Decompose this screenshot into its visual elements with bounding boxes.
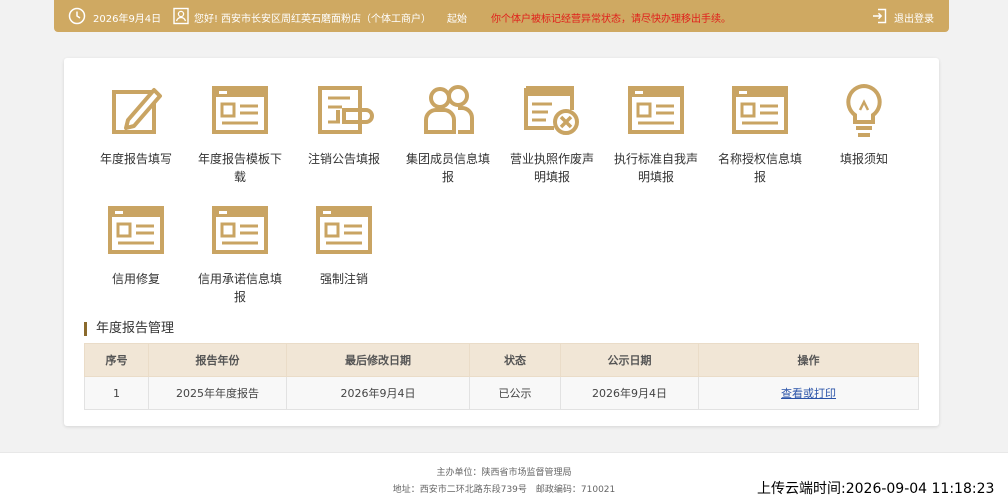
clock-icon bbox=[68, 7, 86, 25]
tile-label: 年度报告填写 bbox=[99, 152, 172, 166]
cell-publish-date: 2026年9月4日 bbox=[560, 376, 699, 410]
tile-group-members[interactable]: 集团成员信息填报 bbox=[398, 80, 498, 186]
template-icon bbox=[212, 86, 268, 134]
tile-name-authorization[interactable]: 名称授权信息填报 bbox=[710, 80, 810, 186]
group-members-icon bbox=[424, 85, 474, 134]
tile-label: 填报须知 bbox=[839, 152, 888, 166]
col-header-modified: 最后修改日期 bbox=[286, 343, 470, 377]
col-header-index: 序号 bbox=[84, 343, 149, 377]
col-header-action: 操作 bbox=[698, 343, 919, 377]
top-bar: 2026年9月4日 您好! 西安市长安区周红英石磨面粉店（个体工商户） 起始 你… bbox=[54, 0, 949, 32]
table-header-row: 序号 报告年份 最后修改日期 状态 公示日期 操作 bbox=[84, 343, 919, 377]
origin-link[interactable]: 起始 bbox=[447, 10, 467, 25]
tile-forced-cancel[interactable]: 强制注销 bbox=[294, 200, 394, 288]
section-title: 年度报告管理 bbox=[84, 322, 174, 336]
tile-label: 强制注销 bbox=[319, 272, 368, 286]
tile-label: 名称授权信息填报 bbox=[717, 152, 802, 184]
tile-label: 执行标准自我声明填报 bbox=[613, 152, 698, 184]
user-card-icon bbox=[172, 7, 190, 25]
tile-license-void[interactable]: 营业执照作废声明填报 bbox=[502, 80, 602, 186]
header-date: 2026年9月4日 bbox=[93, 14, 162, 25]
lightbulb-icon bbox=[846, 83, 882, 137]
tile-credit-repair[interactable]: 信用修复 bbox=[86, 200, 186, 288]
license-void-icon bbox=[524, 86, 579, 135]
col-header-publish-date: 公示日期 bbox=[560, 343, 699, 377]
tile-label: 营业执照作废声明填报 bbox=[509, 152, 594, 184]
tile-standard-declaration[interactable]: 执行标准自我声明填报 bbox=[606, 80, 706, 186]
tile-label: 信用修复 bbox=[111, 272, 160, 286]
tile-filing-guide[interactable]: 填报须知 bbox=[814, 80, 914, 168]
credit-promise-icon bbox=[212, 206, 268, 254]
credit-repair-icon bbox=[108, 206, 164, 254]
business-name: 西安市长安区周红英石磨面粉店（个体工商户） bbox=[221, 14, 431, 25]
tile-label: 集团成员信息填报 bbox=[405, 152, 490, 184]
cancel-notice-icon bbox=[318, 86, 374, 134]
tile-label: 注销公告填报 bbox=[307, 152, 380, 166]
tile-annual-report-fill[interactable]: 年度报告填写 bbox=[86, 80, 186, 168]
main-panel: 年度报告填写 年度报告模板下载 注销公告填报 集团成员信息填报 营业执照作废声明… bbox=[64, 58, 939, 426]
cell-status: 已公示 bbox=[469, 376, 561, 410]
footer-organizer: 主办单位：陕西省市场监督管理局 bbox=[436, 468, 572, 478]
greeting-text: 您好! bbox=[194, 14, 219, 25]
upload-timestamp: 上传云端时间:2026-09-04 11:18:23 bbox=[757, 481, 995, 497]
tile-annual-report-template[interactable]: 年度报告模板下载 bbox=[190, 80, 290, 186]
cell-index: 1 bbox=[84, 376, 149, 410]
cell-action: 查看或打印 bbox=[698, 376, 919, 410]
forced-cancel-icon bbox=[316, 206, 372, 254]
name-auth-icon bbox=[732, 86, 788, 134]
standard-icon bbox=[628, 86, 684, 134]
cell-year: 2025年年度报告 bbox=[148, 376, 287, 410]
edit-icon bbox=[112, 88, 162, 134]
tile-credit-promise[interactable]: 信用承诺信息填报 bbox=[190, 200, 290, 306]
tile-label: 信用承诺信息填报 bbox=[197, 272, 282, 304]
annual-report-table: 序号 报告年份 最后修改日期 状态 公示日期 操作 1 2025年年度报告 20… bbox=[84, 343, 919, 410]
logout-icon[interactable] bbox=[871, 7, 889, 25]
cell-modified: 2026年9月4日 bbox=[286, 376, 470, 410]
col-header-status: 状态 bbox=[469, 343, 561, 377]
logout-button[interactable]: 退出登录 bbox=[894, 10, 934, 25]
col-header-year: 报告年份 bbox=[148, 343, 287, 377]
tile-label: 年度报告模板下载 bbox=[197, 152, 282, 184]
table-row: 1 2025年年度报告 2026年9月4日 已公示 2026年9月4日 查看或打… bbox=[84, 376, 919, 410]
tile-cancel-notice[interactable]: 注销公告填报 bbox=[294, 80, 394, 168]
view-print-link[interactable]: 查看或打印 bbox=[781, 387, 836, 400]
abnormal-status-warning: 你个体户被标记经营异常状态，请尽快办理移出手续。 bbox=[491, 14, 731, 25]
